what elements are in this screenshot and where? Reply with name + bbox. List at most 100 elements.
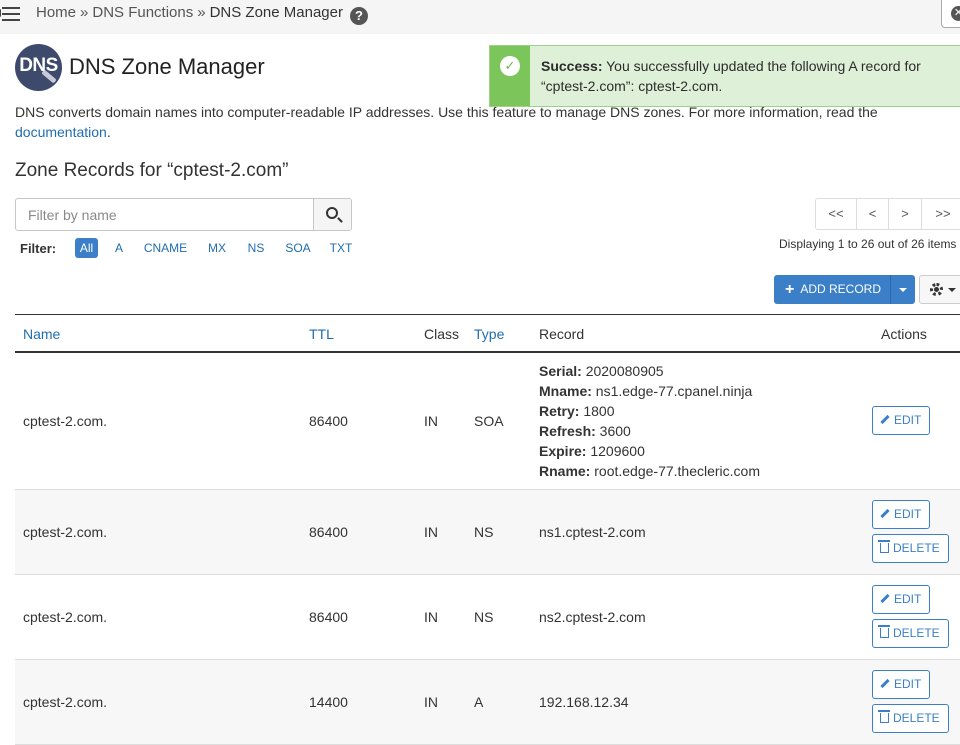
column-header-class: Class: [424, 326, 460, 342]
pencil-icon: [880, 678, 890, 689]
search-icon: [326, 207, 338, 219]
add-record-group: + ADD RECORD: [774, 275, 915, 304]
filter-mx[interactable]: MX: [206, 238, 228, 258]
page-first-button[interactable]: <<: [816, 199, 857, 229]
soa-record-details: Serial: 2020080905 Mname: ns1.edge-77.cp…: [539, 361, 760, 481]
record-type: SOA: [474, 413, 504, 429]
edit-label: EDIT: [894, 507, 922, 521]
page-description: DNS converts domain names into computer-…: [15, 102, 955, 142]
description-text: DNS converts domain names into computer-…: [15, 104, 878, 120]
breadcrumb-current: DNS Zone Manager: [209, 4, 343, 21]
breadcrumb-home[interactable]: Home: [36, 4, 76, 21]
soa-retry: Retry: 1800: [539, 403, 615, 419]
page-title: DNS Zone Manager: [69, 54, 265, 79]
soa-rname: Rname: root.edge-77.thecleric.com: [539, 463, 760, 479]
help-icon[interactable]: ?: [349, 7, 368, 25]
pagination: << < > >>: [815, 198, 960, 230]
record-type: NS: [474, 609, 494, 625]
gear-icon: [930, 283, 943, 296]
add-record-button[interactable]: + ADD RECORD: [774, 275, 890, 304]
filter-soa[interactable]: SOA: [283, 238, 313, 258]
trash-icon: [878, 710, 890, 723]
filter-ns[interactable]: NS: [246, 238, 266, 258]
delete-label: DELETE: [893, 541, 940, 555]
pencil-icon: [880, 508, 890, 519]
soa-mname: Mname: ns1.edge-77.cpanel.ninja: [539, 383, 753, 399]
close-icon: ✕: [951, 6, 960, 21]
documentation-link[interactable]: documentation: [15, 124, 107, 140]
pagination-status: Displaying 1 to 26 out of 26 items: [779, 237, 957, 251]
delete-button[interactable]: DELETE: [872, 534, 949, 563]
record-name: cptest-2.com.: [23, 524, 108, 540]
table-row: cptest-2.com. 86400 IN SOA Serial: 20200…: [15, 353, 960, 490]
dns-logo: DNS: [15, 44, 62, 91]
description-end: .: [106, 124, 111, 140]
record-value: ns1.cptest-2.com: [539, 524, 646, 540]
close-button[interactable]: ✕: [941, 0, 960, 28]
success-alert: ✓ Success: You successfully updated the …: [489, 45, 960, 107]
record-ttl: 86400: [309, 524, 348, 540]
breadcrumb-separator: »: [197, 4, 206, 21]
table-header: Name TTL Class Type Record Actions: [15, 314, 960, 353]
pencil-icon: [880, 593, 890, 604]
top-bar: Home» DNS Functions» DNS Zone Manager? ✕: [0, 0, 960, 34]
filter-label: Filter:: [20, 241, 57, 256]
soa-expire: Expire: 1209600: [539, 443, 645, 459]
edit-button[interactable]: EDIT: [872, 406, 931, 435]
delete-label: DELETE: [893, 626, 940, 640]
edit-label: EDIT: [894, 677, 922, 691]
page-last-button[interactable]: >>: [922, 199, 960, 229]
breadcrumb-dns-functions[interactable]: DNS Functions: [92, 4, 193, 21]
add-record-dropdown-toggle[interactable]: [890, 275, 915, 304]
alert-message: Success: You successfully updated the fo…: [541, 56, 951, 96]
logo-text: DNS: [19, 55, 58, 76]
filter-a[interactable]: A: [112, 238, 126, 258]
column-header-type[interactable]: Type: [474, 326, 504, 342]
table-row: cptest-2.com. 14400 IN A 192.168.12.34 E…: [15, 660, 960, 745]
filter-by-name-input[interactable]: [16, 199, 313, 230]
page-next-button[interactable]: >: [889, 199, 922, 229]
record-name: cptest-2.com.: [23, 609, 108, 625]
trash-icon: [878, 625, 890, 638]
chevron-down-icon: [899, 288, 907, 292]
filter-txt[interactable]: TXT: [329, 238, 353, 258]
edit-label: EDIT: [894, 592, 922, 606]
delete-button[interactable]: DELETE: [872, 704, 949, 733]
record-value: ns2.cptest-2.com: [539, 609, 646, 625]
page-prev-button[interactable]: <: [857, 199, 889, 229]
check-circle-icon: ✓: [500, 56, 520, 76]
column-header-record: Record: [539, 326, 585, 342]
add-record-label: ADD RECORD: [800, 282, 882, 296]
record-class: IN: [424, 524, 438, 540]
edit-button[interactable]: EDIT: [872, 670, 931, 699]
zone-records-heading: Zone Records for “cptest-2.com”: [15, 160, 289, 181]
column-header-actions: Actions: [881, 326, 927, 342]
alert-strong: Success:: [541, 58, 603, 74]
soa-serial: Serial: 2020080905: [539, 363, 664, 379]
edit-button[interactable]: EDIT: [872, 500, 931, 529]
record-value: 192.168.12.34: [539, 694, 629, 710]
record-name: cptest-2.com.: [23, 413, 108, 429]
delete-button[interactable]: DELETE: [872, 619, 949, 648]
edit-button[interactable]: EDIT: [872, 585, 931, 614]
table-row: cptest-2.com. 86400 IN NS ns1.cptest-2.c…: [15, 490, 960, 575]
record-ttl: 86400: [309, 609, 348, 625]
column-header-ttl[interactable]: TTL: [309, 326, 334, 342]
chevron-down-icon: [948, 288, 956, 292]
record-class: IN: [424, 609, 438, 625]
filter-search: [15, 198, 352, 231]
record-type: NS: [474, 524, 494, 540]
column-header-name[interactable]: Name: [23, 326, 60, 342]
menu-collapse-icon[interactable]: [0, 4, 24, 24]
breadcrumb: Home» DNS Functions» DNS Zone Manager?: [36, 4, 368, 25]
filter-all[interactable]: All: [75, 238, 98, 258]
record-ttl: 86400: [309, 413, 348, 429]
settings-dropdown-button[interactable]: [919, 275, 960, 304]
pencil-icon: [880, 414, 890, 425]
search-button[interactable]: [313, 199, 351, 230]
filter-cname[interactable]: CNAME: [142, 238, 189, 258]
breadcrumb-separator: »: [80, 4, 89, 21]
soa-refresh: Refresh: 3600: [539, 423, 631, 439]
delete-label: DELETE: [893, 711, 940, 725]
trash-icon: [878, 540, 890, 553]
